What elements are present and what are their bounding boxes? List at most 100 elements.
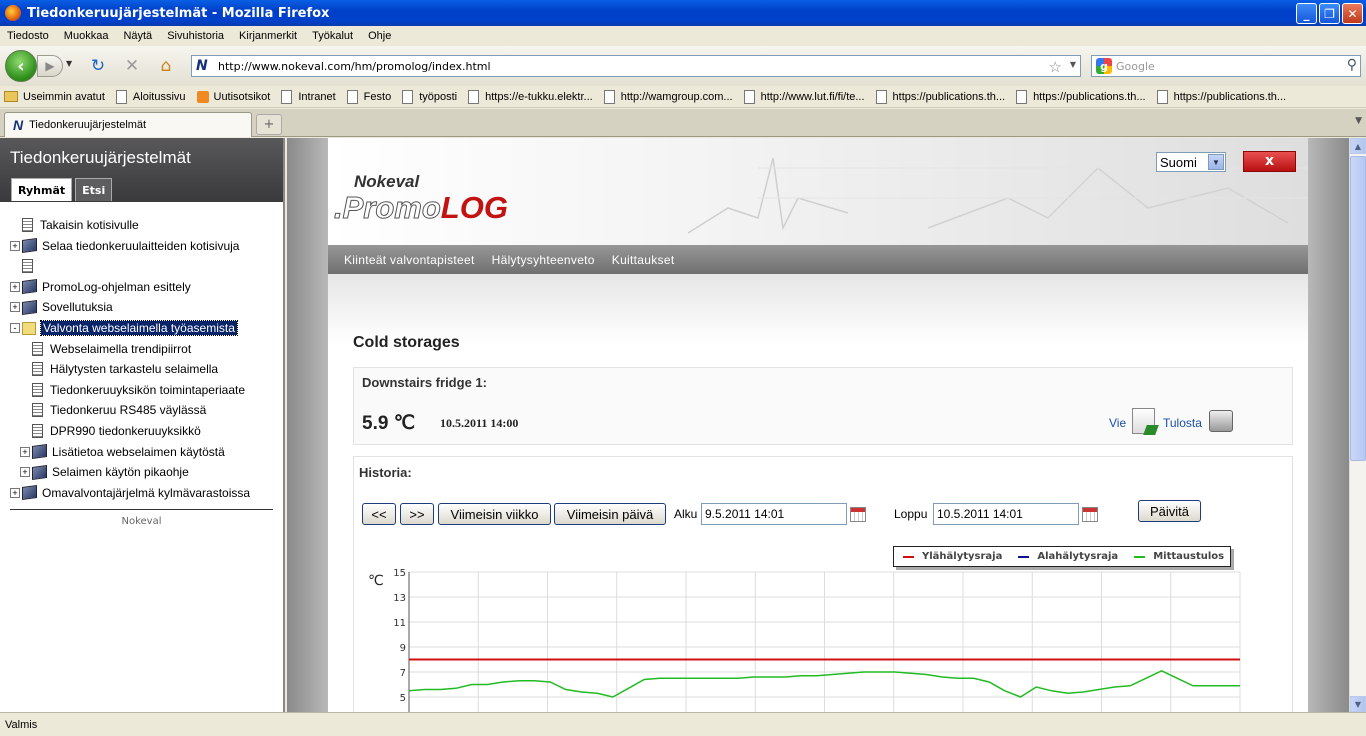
menu-edit[interactable]: Muokkaa	[64, 30, 109, 42]
reload-icon[interactable]: ↻	[87, 56, 109, 76]
prev-button[interactable]: <<	[362, 503, 396, 525]
tree-item[interactable]: - Valvonta webselaimella työasemista	[10, 319, 238, 337]
bookmark-item[interactable]: Intranet	[281, 89, 336, 104]
end-date-input[interactable]: 10.5.2011 14:01	[933, 503, 1079, 525]
chevron-down-icon[interactable]: ▼	[1208, 154, 1224, 170]
nav-alarm-summary[interactable]: Hälytysyhteenveto	[492, 253, 595, 267]
url-dropdown-icon[interactable]: ▼	[1070, 60, 1076, 69]
bookmark-item[interactable]: http://wamgroup.com...	[603, 89, 733, 104]
scroll-thumb[interactable]	[1350, 156, 1366, 461]
nav-acknowledgements[interactable]: Kuittaukset	[612, 253, 675, 267]
document-icon	[32, 362, 43, 377]
bookmark-star-icon[interactable]: ☆	[1049, 58, 1062, 76]
next-button[interactable]: >>	[400, 503, 434, 525]
tree-item[interactable]: Tiedonkeruuyksikön toimintaperiaate	[20, 381, 245, 399]
scroll-down-icon[interactable]: ▼	[1350, 696, 1366, 712]
history-dropdown-icon[interactable]: ▼	[66, 59, 72, 68]
print-link[interactable]: Tulosta	[1163, 416, 1202, 430]
legend-item: Mittaustulos	[1134, 551, 1224, 562]
status-bar: Valmis	[0, 712, 1366, 736]
forward-button[interactable]: ▶	[37, 55, 63, 77]
menu-bookmarks[interactable]: Kirjanmerkit	[239, 30, 297, 42]
bookmark-item[interactable]: http://www.lut.fi/fi/te...	[743, 89, 865, 104]
back-button[interactable]: ‹	[5, 50, 37, 82]
close-window-button[interactable]: ✕	[1342, 3, 1363, 24]
tree-item[interactable]: + Sovellutuksia	[10, 298, 113, 316]
left-shade	[287, 138, 328, 712]
y-axis-label: ℃	[368, 573, 384, 589]
menu-view[interactable]: Näytä	[123, 30, 152, 42]
language-select[interactable]: Suomi ▼	[1156, 152, 1226, 172]
tree-item[interactable]: DPR990 tiedonkeruuyksikkö	[20, 422, 201, 440]
menu-file[interactable]: Tiedosto	[7, 30, 49, 42]
tab-search[interactable]: Etsi	[75, 178, 113, 201]
bookmark-item[interactable]: Aloitussivu	[115, 89, 186, 104]
stop-icon[interactable]: ✕	[121, 56, 143, 76]
document-icon	[22, 218, 33, 232]
expand-icon[interactable]: +	[10, 240, 20, 251]
tab-list-icon[interactable]: ▼	[1355, 116, 1362, 126]
scroll-up-icon[interactable]: ▲	[1350, 138, 1366, 154]
bookmark-item[interactable]: https://publications.th...	[1016, 89, 1146, 104]
home-icon[interactable]: ⌂	[155, 56, 177, 76]
export-link[interactable]: Vie	[1109, 416, 1126, 430]
calendar-icon[interactable]	[1082, 507, 1098, 522]
vertical-scrollbar[interactable]: ▲ ▼	[1349, 138, 1366, 712]
last-day-button[interactable]: Viimeisin päivä	[554, 503, 666, 525]
bookmark-item[interactable]: työposti	[402, 89, 457, 104]
tree-item[interactable]: Hälytysten tarkastelu selaimella	[20, 360, 218, 378]
expand-icon[interactable]: +	[10, 302, 20, 313]
search-placeholder: Google	[1116, 59, 1155, 73]
expand-icon[interactable]: +	[20, 446, 30, 457]
google-icon[interactable]: g	[1096, 58, 1112, 74]
minimize-button[interactable]: _	[1296, 3, 1317, 24]
tree-item[interactable]: + Selaa tiedonkeruulaitteiden kotisivuja	[10, 237, 239, 255]
refresh-button[interactable]: Päivitä	[1138, 500, 1201, 522]
open-folder-icon	[22, 321, 36, 335]
bookmark-item[interactable]: https://publications.th...	[1156, 89, 1286, 104]
nav-fixed-points[interactable]: Kiinteät valvontapisteet	[344, 253, 475, 267]
expand-icon[interactable]: +	[10, 487, 20, 498]
page-icon	[743, 89, 755, 104]
menu-tools[interactable]: Työkalut	[312, 30, 353, 42]
new-tab-button[interactable]: +	[256, 114, 282, 135]
start-date-input[interactable]: 9.5.2011 14:01	[701, 503, 847, 525]
search-input[interactable]: g Google ⚲	[1091, 55, 1361, 77]
last-week-button[interactable]: Viimeisin viikko	[438, 503, 551, 525]
tree-item[interactable]: Takaisin kotisivulle	[10, 216, 139, 234]
tree-item-label: Tiedonkeruuyksikön toimintaperiaate	[50, 382, 245, 397]
page-icon	[115, 89, 127, 104]
bookmark-item[interactable]: Uutisotsikot	[196, 90, 270, 103]
tree-item[interactable]: + Omavalvontajärjelmä kylmävarastoissa	[10, 484, 250, 502]
page-icon	[603, 89, 615, 104]
printer-icon[interactable]	[1209, 410, 1233, 432]
bookmark-item[interactable]: Festo	[346, 89, 391, 104]
search-icon[interactable]: ⚲	[1347, 57, 1357, 73]
tree-item-label: Lisätietoa webselaimen käytöstä	[52, 444, 225, 459]
maximize-button[interactable]: ❐	[1319, 3, 1340, 24]
tree-item-label: PromoLog-ohjelman esittely	[42, 279, 191, 294]
bookmark-item[interactable]: Useimmin avatut	[4, 91, 105, 103]
tree-item[interactable]: + Selaimen käytön pikaohje	[20, 463, 189, 481]
bookmark-item[interactable]: https://e-tukku.elektr...	[468, 89, 593, 104]
expand-icon[interactable]: +	[20, 467, 30, 478]
tree-item[interactable]: + Lisätietoa webselaimen käytöstä	[20, 443, 225, 461]
tree-item[interactable]: Webselaimella trendipiirrot	[20, 340, 191, 358]
excel-icon[interactable]	[1132, 408, 1155, 434]
browser-tab[interactable]: N Tiedonkeruujärjestelmät	[4, 112, 252, 137]
page-icon	[346, 89, 358, 104]
tab-groups[interactable]: Ryhmät	[11, 178, 73, 201]
collapse-icon[interactable]: -	[10, 323, 20, 333]
calendar-icon[interactable]	[850, 507, 866, 522]
bookmark-item[interactable]: https://publications.th...	[875, 89, 1005, 104]
site-favicon: N	[13, 117, 24, 133]
tree-item[interactable]	[10, 257, 40, 275]
address-bar[interactable]: N http://www.nokeval.com/hm/promolog/ind…	[191, 55, 1081, 77]
close-button[interactable]: x	[1243, 151, 1296, 172]
menu-history[interactable]: Sivuhistoria	[167, 30, 224, 42]
expand-icon[interactable]: +	[10, 281, 20, 292]
tree-item[interactable]: + PromoLog-ohjelman esittely	[10, 278, 191, 296]
tree-item[interactable]: Tiedonkeruu RS485 väylässä	[20, 401, 206, 419]
y-tick-label: 13	[393, 593, 406, 604]
menu-help[interactable]: Ohje	[368, 30, 391, 42]
